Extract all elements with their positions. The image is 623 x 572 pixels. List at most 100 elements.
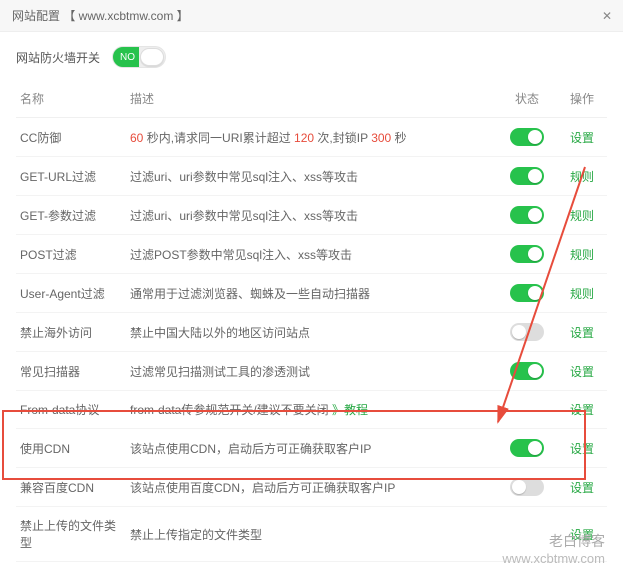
row-toggle[interactable]: [510, 439, 544, 457]
cell-desc: 过滤POST参数中常见sql注入、xss等攻击: [126, 235, 497, 274]
cell-name: 常见扫描器: [16, 352, 126, 391]
content-panel: 网站防火墙开关 NO 名称 描述 状态 操作 CC防御60 秒内,请求同一URI…: [0, 32, 623, 572]
cell-desc: 过滤uri、uri参数中常见sql注入、xss等攻击: [126, 196, 497, 235]
table-row: 兼容百度CDN该站点使用百度CDN，启动后方可正确获取客户IP 设置: [16, 468, 607, 507]
table-row: POST过滤过滤POST参数中常见sql注入、xss等攻击 规则: [16, 235, 607, 274]
cell-name: CC防御: [16, 118, 126, 157]
table-row: 禁止海外访问禁止中国大陆以外的地区访问站点 设置: [16, 313, 607, 352]
table-row: GET-参数过滤过滤uri、uri参数中常见sql注入、xss等攻击 规则: [16, 196, 607, 235]
row-toggle[interactable]: [510, 478, 544, 496]
cell-state: [497, 274, 557, 313]
cell-state: [497, 157, 557, 196]
cell-desc: 该站点使用百度CDN，启动后方可正确获取客户IP: [126, 468, 497, 507]
op-link[interactable]: 设置: [570, 365, 594, 379]
window-title: 网站配置 【 www.xcbtmw.com 】: [12, 9, 189, 23]
cell-name: GET-URL过滤: [16, 157, 126, 196]
cell-desc: 该站点使用CDN，启动后方可正确获取客户IP: [126, 429, 497, 468]
cell-desc: 60 秒内,请求同一URI累计超过 120 次,封锁IP 300 秒: [126, 118, 497, 157]
close-icon: ✕: [602, 0, 612, 32]
cell-op: 规则: [557, 274, 607, 313]
th-state: 状态: [497, 82, 557, 118]
table-header-row: 名称 描述 状态 操作: [16, 82, 607, 118]
cell-state: [497, 507, 557, 562]
cell-state: [497, 352, 557, 391]
cell-desc: from-data传参规范开关/建议不要关闭 》教程: [126, 391, 497, 429]
cell-op: 设置: [557, 352, 607, 391]
cell-state: [497, 118, 557, 157]
cell-op: 设置: [557, 429, 607, 468]
cell-name: GET-参数过滤: [16, 196, 126, 235]
th-name: 名称: [16, 82, 126, 118]
table-row: 禁止上传的文件类型禁止上传指定的文件类型 设置: [16, 507, 607, 562]
cell-name: 兼容百度CDN: [16, 468, 126, 507]
toggle-knob: [140, 48, 164, 66]
op-link[interactable]: 设置: [570, 131, 594, 145]
firewall-switch-row: 网站防火墙开关 NO: [16, 46, 607, 68]
op-link[interactable]: 设置: [570, 528, 594, 542]
row-toggle[interactable]: [510, 284, 544, 302]
close-button[interactable]: ✕: [591, 0, 623, 32]
toggle-knob: [528, 169, 542, 183]
cell-op: 规则: [557, 235, 607, 274]
op-link[interactable]: 规则: [570, 209, 594, 223]
table-row: User-Agent过滤通常用于过滤浏览器、蜘蛛及一些自动扫描器 规则: [16, 274, 607, 313]
op-link[interactable]: 设置: [570, 403, 594, 417]
table-row: From-data协议from-data传参规范开关/建议不要关闭 》教程-- 设…: [16, 391, 607, 429]
tutorial-link[interactable]: 》教程: [332, 403, 368, 417]
cell-state: [497, 429, 557, 468]
toggle-knob: [528, 247, 542, 261]
cell-name: 禁止海外访问: [16, 313, 126, 352]
cell-name: From-data协议: [16, 391, 126, 429]
table-row: GET-URL过滤过滤uri、uri参数中常见sql注入、xss等攻击 规则: [16, 157, 607, 196]
cell-name: User-Agent过滤: [16, 274, 126, 313]
row-toggle[interactable]: [510, 323, 544, 341]
title-bar: 网站配置 【 www.xcbtmw.com 】 ✕: [0, 0, 623, 32]
cell-desc: 禁止上传指定的文件类型: [126, 507, 497, 562]
toggle-knob: [512, 480, 526, 494]
cell-op: 设置: [557, 391, 607, 429]
cell-op: 设置: [557, 118, 607, 157]
cell-desc: 禁止中国大陆以外的地区访问站点: [126, 313, 497, 352]
cell-state: [497, 468, 557, 507]
toggle-knob: [528, 286, 542, 300]
cell-op: 设置: [557, 468, 607, 507]
cell-op: 规则: [557, 196, 607, 235]
cell-desc: 通常用于过滤浏览器、蜘蛛及一些自动扫描器: [126, 274, 497, 313]
toggle-text: NO: [120, 47, 135, 69]
cell-op: 规则: [557, 157, 607, 196]
cell-state: [497, 313, 557, 352]
cell-name: 禁止上传的文件类型: [16, 507, 126, 562]
op-link[interactable]: 规则: [570, 170, 594, 184]
settings-table: 名称 描述 状态 操作 CC防御60 秒内,请求同一URI累计超过 120 次,…: [16, 82, 607, 562]
cell-state: --: [497, 391, 557, 429]
op-link[interactable]: 规则: [570, 287, 594, 301]
toggle-knob: [528, 364, 542, 378]
row-toggle[interactable]: [510, 245, 544, 263]
cell-desc: 过滤uri、uri参数中常见sql注入、xss等攻击: [126, 157, 497, 196]
cell-name: 使用CDN: [16, 429, 126, 468]
row-toggle[interactable]: [510, 362, 544, 380]
toggle-knob: [528, 208, 542, 222]
firewall-label: 网站防火墙开关: [16, 49, 100, 66]
toggle-knob: [512, 325, 526, 339]
row-toggle[interactable]: [510, 206, 544, 224]
th-desc: 描述: [126, 82, 497, 118]
firewall-toggle[interactable]: NO: [112, 46, 166, 68]
cell-desc: 过滤常见扫描测试工具的渗透测试: [126, 352, 497, 391]
toggle-knob: [528, 441, 542, 455]
row-toggle[interactable]: [510, 128, 544, 146]
table-row: CC防御60 秒内,请求同一URI累计超过 120 次,封锁IP 300 秒 设置: [16, 118, 607, 157]
cell-name: POST过滤: [16, 235, 126, 274]
toggle-knob: [528, 130, 542, 144]
op-link[interactable]: 规则: [570, 248, 594, 262]
th-op: 操作: [557, 82, 607, 118]
cell-state: [497, 196, 557, 235]
cell-state: [497, 235, 557, 274]
cell-op: 设置: [557, 507, 607, 562]
op-link[interactable]: 设置: [570, 481, 594, 495]
row-toggle[interactable]: [510, 167, 544, 185]
op-link[interactable]: 设置: [570, 326, 594, 340]
op-link[interactable]: 设置: [570, 442, 594, 456]
table-row: 使用CDN该站点使用CDN，启动后方可正确获取客户IP 设置: [16, 429, 607, 468]
cell-op: 设置: [557, 313, 607, 352]
